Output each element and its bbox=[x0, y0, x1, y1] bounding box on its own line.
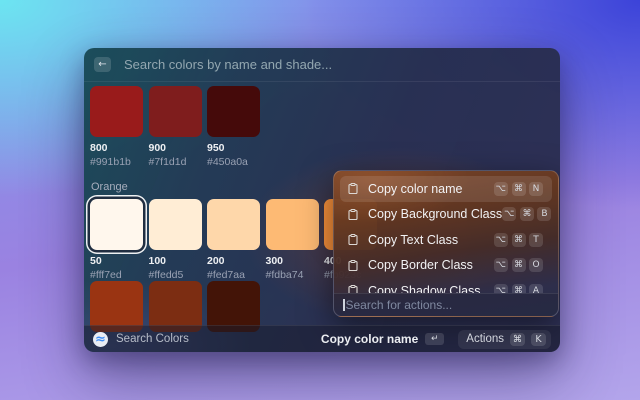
swatch-hex-label: #7f1d1d bbox=[149, 156, 202, 168]
actions-menu-button[interactable]: Actions ⌘ K bbox=[458, 330, 551, 349]
clipboard-icon bbox=[347, 208, 359, 221]
color-swatch[interactable] bbox=[207, 86, 260, 137]
action-menu-item[interactable]: Copy Background Class⌥ ⌘B bbox=[340, 202, 552, 228]
color-swatch-cell: 950 #450a0a bbox=[207, 86, 260, 168]
color-swatch-cell: 200 #fed7aa bbox=[207, 199, 260, 281]
launcher-window: ← 800#991b1b900#7f1d1d950#450a0aOrange50… bbox=[84, 48, 560, 352]
status-bar: ≈ Search Colors Copy color name ↵ Action… bbox=[84, 325, 560, 352]
swatch-hex-label: #991b1b bbox=[90, 156, 143, 168]
swatch-shade-label: 800 bbox=[90, 142, 143, 154]
color-swatch-cell: 800 #991b1b bbox=[90, 86, 143, 168]
key-badge: T bbox=[529, 233, 543, 247]
clipboard-icon bbox=[347, 284, 359, 293]
text-cursor bbox=[343, 299, 345, 311]
swatch-row: 800 #991b1b 900 #7f1d1d 950 #450a0a bbox=[90, 86, 554, 168]
color-swatch[interactable] bbox=[90, 86, 143, 137]
action-label: Copy Text Class bbox=[368, 233, 494, 247]
color-swatch[interactable] bbox=[149, 199, 202, 250]
color-section: 800 #991b1b 900 #7f1d1d 950 #450a0a bbox=[90, 86, 554, 168]
swatch-hex-label: #450a0a bbox=[207, 156, 260, 168]
color-swatch-cell: 50 #fff7ed bbox=[90, 199, 143, 281]
primary-action-button[interactable]: Copy color name bbox=[321, 332, 418, 346]
shortcut-keys: ⌥ ⌘T bbox=[494, 233, 543, 247]
action-label: Copy Background Class bbox=[368, 207, 502, 221]
swatch-shade-label: 100 bbox=[149, 255, 202, 267]
extension-logo-icon: ≈ bbox=[93, 332, 108, 347]
key-badge: ⌥ bbox=[494, 182, 508, 196]
key-badge: ⌘ bbox=[512, 182, 526, 196]
k-key-icon: K bbox=[531, 333, 546, 346]
key-badge: ⌘ bbox=[512, 284, 526, 293]
key-badge: N bbox=[529, 182, 543, 196]
swatch-hex-label: #fdba74 bbox=[266, 269, 319, 281]
swatch-shade-label: 900 bbox=[149, 142, 202, 154]
shortcut-keys: ⌥ ⌘B bbox=[502, 207, 551, 221]
back-button[interactable]: ← bbox=[94, 57, 111, 72]
color-swatch-cell: 100 #ffedd5 bbox=[149, 199, 202, 281]
shortcut-keys: ⌥ ⌘O bbox=[494, 258, 543, 272]
action-menu-item[interactable]: Copy color name⌥ ⌘N bbox=[340, 176, 552, 202]
key-badge: B bbox=[537, 207, 551, 221]
actions-button-label: Actions bbox=[466, 333, 504, 345]
key-badge: ⌘ bbox=[520, 207, 534, 221]
command-key-icon: ⌘ bbox=[510, 333, 525, 346]
key-badge: A bbox=[529, 284, 543, 293]
search-header: ← bbox=[84, 48, 560, 82]
swatch-hex-label: #fed7aa bbox=[207, 269, 260, 281]
action-menu-item[interactable]: Copy Border Class⌥ ⌘O bbox=[340, 253, 552, 279]
swatch-hex-label: #ffedd5 bbox=[149, 269, 202, 281]
back-arrow-icon: ← bbox=[98, 57, 106, 72]
swatch-hex-label: #fff7ed bbox=[90, 269, 143, 281]
color-swatch[interactable] bbox=[149, 86, 202, 137]
action-label: Copy color name bbox=[368, 182, 494, 196]
action-menu-item[interactable]: Copy Shadow Class⌥ ⌘A bbox=[340, 278, 552, 293]
swatch-shade-label: 950 bbox=[207, 142, 260, 154]
swatch-shade-label: 50 bbox=[90, 255, 143, 267]
swatch-shade-label: 300 bbox=[266, 255, 319, 267]
key-badge: ⌘ bbox=[512, 233, 526, 247]
extension-name: Search Colors bbox=[116, 333, 189, 345]
clipboard-icon bbox=[347, 182, 359, 195]
return-key-icon: ↵ bbox=[425, 333, 444, 345]
action-menu-item[interactable]: Copy Text Class⌥ ⌘T bbox=[340, 227, 552, 253]
action-search-placeholder: Search for actions... bbox=[346, 298, 453, 312]
color-swatch[interactable] bbox=[266, 199, 319, 250]
key-badge: ⌘ bbox=[512, 258, 526, 272]
clipboard-icon bbox=[347, 233, 359, 246]
action-label: Copy Border Class bbox=[368, 258, 494, 272]
key-badge: ⌥ bbox=[502, 207, 516, 221]
key-badge: ⌥ bbox=[494, 258, 508, 272]
key-badge: O bbox=[529, 258, 543, 272]
desktop-background: ← 800#991b1b900#7f1d1d950#450a0aOrange50… bbox=[0, 0, 640, 400]
actions-menu-list: Copy color name⌥⌘NCopy Background Class⌥… bbox=[340, 176, 552, 293]
color-swatch[interactable] bbox=[90, 199, 143, 250]
action-search-input[interactable]: Search for actions... bbox=[334, 293, 558, 316]
actions-menu: Copy color name⌥⌘NCopy Background Class⌥… bbox=[333, 170, 559, 317]
color-swatch-cell: 300 #fdba74 bbox=[266, 199, 319, 281]
color-search-input[interactable] bbox=[124, 57, 550, 72]
key-badge: ⌥ bbox=[494, 233, 508, 247]
color-swatch[interactable] bbox=[207, 199, 260, 250]
shortcut-keys: ⌥ ⌘N bbox=[494, 182, 543, 196]
color-swatch-cell: 900 #7f1d1d bbox=[149, 86, 202, 168]
swatch-shade-label: 200 bbox=[207, 255, 260, 267]
footer-actions: Copy color name ↵ Actions ⌘ K bbox=[321, 330, 551, 349]
action-label: Copy Shadow Class bbox=[368, 284, 494, 293]
clipboard-icon bbox=[347, 259, 359, 272]
key-badge: ⌥ bbox=[494, 284, 508, 293]
shortcut-keys: ⌥ ⌘A bbox=[494, 284, 543, 293]
